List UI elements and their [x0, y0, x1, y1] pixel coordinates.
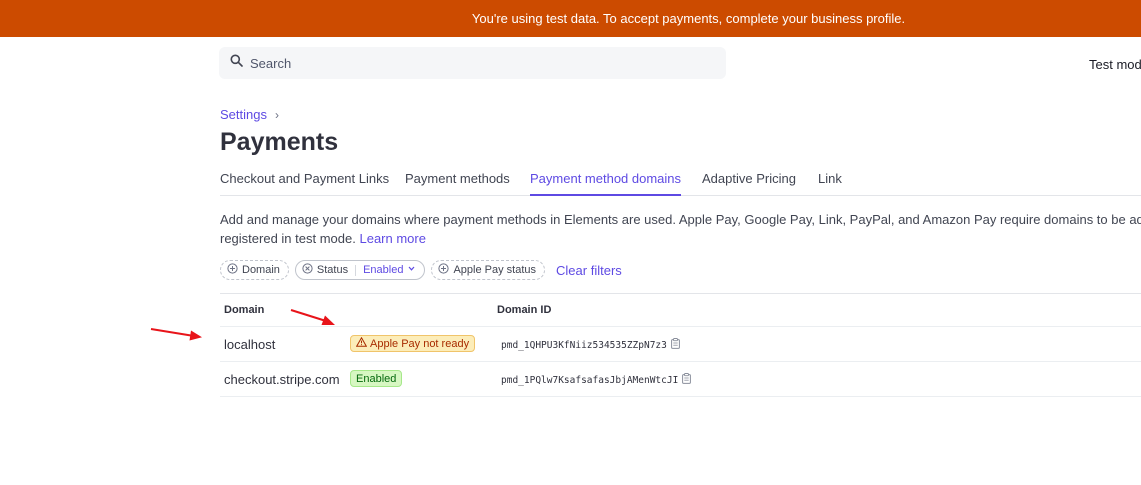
domain-id: pmd_1QHPU3KfNiiz534535ZZpN7z3	[501, 338, 680, 352]
status-filter-label: Status	[316, 264, 349, 276]
clear-filters-button[interactable]: Clear filters	[556, 263, 622, 278]
tab-link[interactable]: Link	[818, 171, 842, 186]
test-data-banner: You're using test data. To accept paymen…	[0, 0, 1141, 37]
status-badge: Enabled	[350, 370, 403, 387]
x-circle-icon[interactable]	[302, 263, 313, 277]
annotation-arrow-icon	[290, 309, 335, 325]
apple-pay-status-filter-chip[interactable]: Apple Pay status	[431, 260, 546, 280]
domain-name[interactable]: localhost	[224, 337, 275, 352]
clipboard-icon[interactable]	[670, 338, 680, 352]
tab-checkout-and-payment-links[interactable]: Checkout and Payment Links	[220, 171, 389, 186]
status-filter-value: Enabled	[363, 264, 404, 276]
table-row[interactable]: checkout.stripe.com Enabled pmd_1PQlw7Ks…	[220, 362, 1141, 397]
domain-id-value: pmd_1QHPU3KfNiiz534535ZZpN7z3	[501, 339, 667, 351]
table-header: Domain Domain ID	[220, 294, 1141, 327]
domain-id: pmd_1PQlw7KsafsafasJbjAMenWtcJI	[501, 373, 692, 387]
warning-icon	[355, 336, 368, 350]
search-bar[interactable]	[219, 47, 726, 79]
domain-id-value: pmd_1PQlw7KsafsafasJbjAMenWtcJI	[501, 374, 679, 386]
plus-circle-icon	[438, 263, 450, 277]
status-badge-label: Enabled	[356, 372, 397, 385]
search-input[interactable]	[250, 55, 700, 71]
column-header-domain-id[interactable]: Domain ID	[497, 304, 551, 316]
description-line-2: registered in test mode.	[220, 231, 356, 246]
status-filter-chip[interactable]: Status Enabled	[294, 260, 426, 280]
chip-divider	[355, 264, 357, 276]
tab-payment-method-domains[interactable]: Payment method domains	[530, 171, 682, 196]
annotation-arrow-icon	[150, 328, 202, 341]
domain-filter-label: Domain	[242, 264, 280, 276]
chevron-right-icon: ›	[274, 107, 279, 122]
chevron-down-icon	[407, 264, 416, 276]
apple-pay-status-filter-label: Apple Pay status	[453, 264, 537, 276]
page-title: Payments	[220, 128, 339, 156]
page-description: Add and manage your domains where paymen…	[220, 210, 1141, 248]
test-mode-label[interactable]: Test mod	[1089, 57, 1141, 72]
settings-tabs: Checkout and Payment Links Payment metho…	[220, 166, 1141, 196]
status-badge-label: Apple Pay not ready	[370, 337, 470, 350]
tab-payment-methods[interactable]: Payment methods	[405, 171, 510, 186]
plus-circle-icon	[227, 263, 238, 277]
domain-filter-chip[interactable]: Domain	[220, 260, 289, 280]
breadcrumb-settings-link[interactable]: Settings	[220, 107, 267, 122]
clipboard-icon[interactable]	[682, 373, 692, 387]
status-badge: Apple Pay not ready	[350, 335, 476, 352]
filter-bar: Domain Status Enabled Apple Pay status C…	[220, 259, 622, 281]
domain-name[interactable]: checkout.stripe.com	[224, 372, 340, 387]
banner-text: You're using test data. To accept paymen…	[471, 11, 906, 26]
column-header-domain[interactable]: Domain	[224, 304, 264, 316]
search-icon	[230, 54, 243, 72]
learn-more-link[interactable]: Learn more	[359, 231, 425, 246]
tab-adaptive-pricing[interactable]: Adaptive Pricing	[702, 171, 796, 186]
breadcrumb: Settings ›	[220, 107, 279, 122]
table-row[interactable]: localhost Apple Pay not ready pmd_1QHPU3…	[220, 327, 1141, 362]
description-line-1: Add and manage your domains where paymen…	[220, 212, 1141, 227]
domains-table: Domain Domain ID localhost Apple Pay not…	[220, 293, 1141, 397]
